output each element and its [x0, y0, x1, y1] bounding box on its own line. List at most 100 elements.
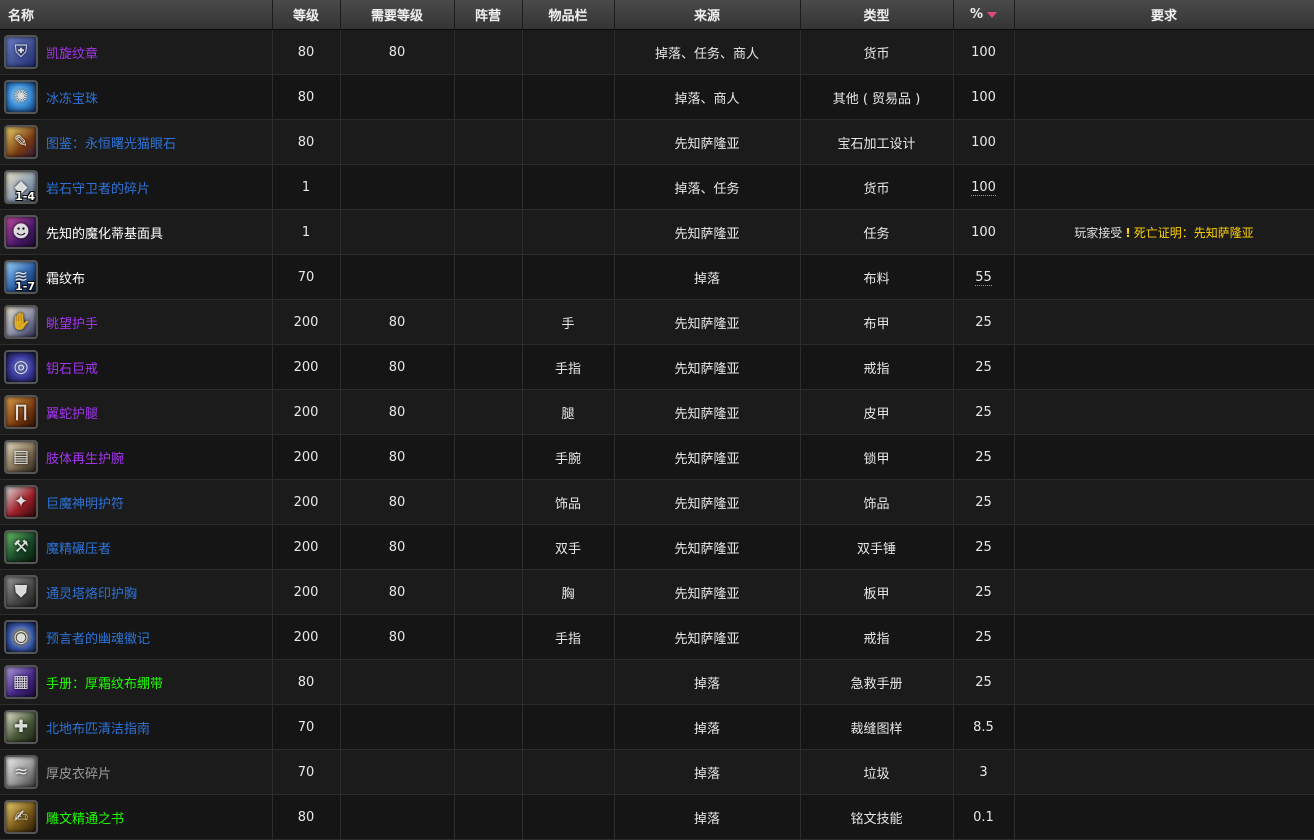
hide-scrap-icon[interactable]: ≈	[4, 755, 38, 789]
cell-requirements	[1014, 749, 1314, 795]
cell-requirements	[1014, 389, 1314, 435]
cell-req-level: 80	[340, 614, 455, 660]
cell-source: 先知萨隆亚	[614, 479, 801, 525]
loot-table-body: ⛨ 凯旋纹章 80 80 掉落、任务、商人 货币 100 ✺ 冰冻宝珠 80 掉落、商人 其他 ( 贸…	[0, 29, 1314, 840]
cell-percent: 25	[953, 299, 1015, 345]
header-type[interactable]: 类型	[800, 0, 954, 30]
item-link[interactable]: 冰冻宝珠	[46, 88, 98, 107]
ring-icon[interactable]: ◎	[4, 350, 38, 384]
cell-slot: 双手	[522, 524, 615, 570]
header-level[interactable]: 等级	[272, 0, 341, 30]
mace-icon[interactable]: ⚒	[4, 530, 38, 564]
header-source[interactable]: 来源	[614, 0, 801, 30]
cell-slot: 腿	[522, 389, 615, 435]
cell-faction	[454, 749, 523, 795]
cell-name: ▤ 肢体再生护腕	[0, 434, 273, 480]
item-link[interactable]: 肢体再生护腕	[46, 448, 124, 467]
talisman-icon[interactable]: ✦	[4, 485, 38, 519]
breastplate-icon[interactable]: ⛊	[4, 575, 38, 609]
manual-book-icon[interactable]: ▦	[4, 665, 38, 699]
cell-slot	[522, 164, 615, 210]
cell-type: 皮甲	[800, 389, 954, 435]
cell-type: 宝石加工设计	[800, 119, 954, 165]
drop-percent: 100	[971, 224, 996, 240]
item-link[interactable]: 钥石巨戒	[46, 358, 98, 377]
cell-requirements	[1014, 794, 1314, 840]
item-link[interactable]: 霜纹布	[46, 268, 85, 287]
cell-level: 200	[272, 479, 341, 525]
drop-percent[interactable]: 100	[971, 179, 996, 196]
header-requirements[interactable]: 要求	[1014, 0, 1314, 30]
table-row: ▦ 手册：厚霜纹布绷带 80 掉落 急救手册 25	[0, 659, 1314, 705]
item-link[interactable]: 凯旋纹章	[46, 43, 98, 62]
frozen-orb-icon[interactable]: ✺	[4, 80, 38, 114]
cell-name: ✚ 北地布匹清洁指南	[0, 704, 273, 750]
cell-slot	[522, 74, 615, 120]
icon-glyph: ▤	[12, 447, 30, 467]
inscription-book-icon[interactable]: ✍	[4, 800, 38, 834]
header-req-level[interactable]: 需要等级	[340, 0, 455, 30]
icon-glyph: ✚	[13, 717, 29, 737]
cell-faction	[454, 479, 523, 525]
cell-req-level: 80	[340, 29, 455, 75]
header-slot[interactable]: 物品栏	[522, 0, 615, 30]
gauntlets-icon[interactable]: ✋	[4, 305, 38, 339]
cell-name: ∏ 翼蛇护腿	[0, 389, 273, 435]
cell-req-level: 80	[340, 344, 455, 390]
drop-percent: 25	[975, 539, 992, 555]
cell-faction	[454, 74, 523, 120]
design-scroll-icon[interactable]: ✎	[4, 125, 38, 159]
item-link[interactable]: 岩石守卫者的碎片	[46, 178, 150, 197]
cell-source: 先知萨隆亚	[614, 434, 801, 480]
item-link[interactable]: 预言者的幽魂徽记	[46, 628, 150, 647]
emblem-icon[interactable]: ⛨	[4, 35, 38, 69]
item-link[interactable]: 厚皮衣碎片	[46, 763, 111, 782]
header-percent[interactable]: %	[953, 0, 1015, 30]
item-link[interactable]: 雕文精通之书	[46, 808, 124, 827]
item-link[interactable]: 魔精碾压者	[46, 538, 111, 557]
item-link[interactable]: 眺望护手	[46, 313, 98, 332]
item-link[interactable]: 先知的魔化蒂基面具	[46, 223, 163, 242]
table-row: ◉ 预言者的幽魂徽记 200 80 手指 先知萨隆亚 戒指 25	[0, 614, 1314, 660]
cell-type: 垃圾	[800, 749, 954, 795]
bracer-icon[interactable]: ▤	[4, 440, 38, 474]
pattern-book-icon[interactable]: ✚	[4, 710, 38, 744]
header-faction[interactable]: 阵营	[454, 0, 523, 30]
cell-source: 先知萨隆亚	[614, 614, 801, 660]
item-link[interactable]: 巨魔神明护符	[46, 493, 124, 512]
icon-glyph: ◎	[13, 357, 29, 377]
cell-source: 先知萨隆亚	[614, 569, 801, 615]
quest-link[interactable]: 死亡证明：先知萨隆亚	[1134, 226, 1254, 240]
drop-percent: 25	[975, 404, 992, 420]
table-row: ✍ 雕文精通之书 80 掉落 铭文技能 0.1	[0, 794, 1314, 840]
icon-glyph: ✺	[13, 87, 29, 107]
leggings-icon[interactable]: ∏	[4, 395, 38, 429]
cell-name: ⛨ 凯旋纹章	[0, 29, 273, 75]
item-link[interactable]: 北地布匹清洁指南	[46, 718, 150, 737]
drop-percent[interactable]: 55	[975, 269, 992, 286]
icon-glyph: ⛊	[14, 582, 28, 602]
drop-percent: 100	[971, 134, 996, 150]
item-link[interactable]: 图鉴：永恒曙光猫眼石	[46, 133, 176, 152]
cell-faction	[454, 29, 523, 75]
item-link[interactable]: 翼蛇护腿	[46, 403, 98, 422]
cell-name: ▦ 手册：厚霜纹布绷带	[0, 659, 273, 705]
cell-req-level	[340, 209, 455, 255]
signet-icon[interactable]: ◉	[4, 620, 38, 654]
item-name-wrap: ≋ 1-7 霜纹布	[0, 255, 271, 299]
tiki-mask-icon[interactable]: ☻	[4, 215, 38, 249]
header-name[interactable]: 名称	[0, 0, 273, 30]
drop-percent: 25	[975, 674, 992, 690]
icon-glyph: ⛨	[14, 42, 28, 62]
item-link[interactable]: 通灵塔烙印护胸	[46, 583, 137, 602]
stone-shard-icon[interactable]: ◆ 1-4	[4, 170, 38, 204]
cell-name: ✎ 图鉴：永恒曙光猫眼石	[0, 119, 273, 165]
icon-glyph: ▦	[12, 672, 30, 692]
frostweave-cloth-icon[interactable]: ≋ 1-7	[4, 260, 38, 294]
cell-requirements	[1014, 254, 1314, 300]
cell-slot: 手指	[522, 344, 615, 390]
cell-req-level	[340, 164, 455, 210]
item-link[interactable]: 手册：厚霜纹布绷带	[46, 673, 163, 692]
cell-slot	[522, 119, 615, 165]
cell-requirements	[1014, 614, 1314, 660]
